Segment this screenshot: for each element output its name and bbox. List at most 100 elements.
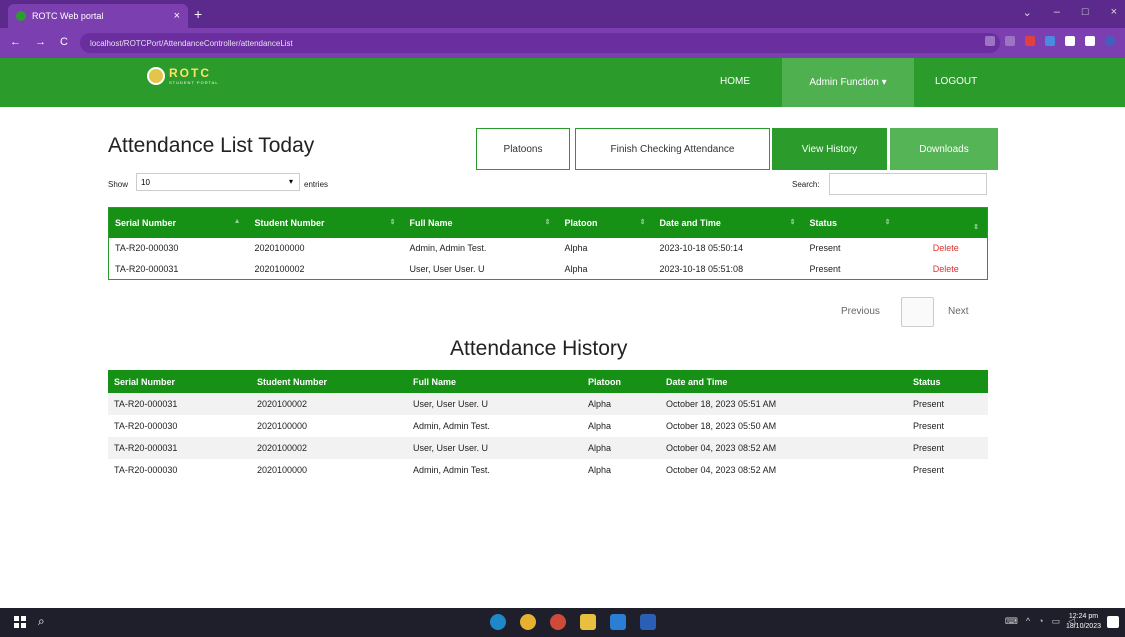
column-header-student-number[interactable]: Student Number ⇕ [248, 207, 404, 238]
column-header-actions[interactable]: ⇕ [898, 207, 988, 238]
browser-tab[interactable]: ROTC Web portal × [8, 4, 188, 28]
search-input[interactable] [829, 173, 987, 195]
attendance-today-title: Attendance List Today [108, 134, 315, 157]
taskbar-clock[interactable]: 12:24 pm 18/10/2023 [1066, 612, 1101, 632]
share-icon[interactable] [985, 36, 995, 46]
column-header-platoon[interactable]: Platoon ⇕ [558, 207, 654, 238]
extensions-icon[interactable] [1065, 36, 1075, 46]
reload-icon[interactable]: C [60, 36, 68, 48]
maximize-icon[interactable]: □ [1082, 6, 1089, 19]
new-tab-button[interactable]: + [194, 6, 202, 22]
cell-full-name: Admin, Admin Test. [409, 243, 487, 253]
vscode-icon[interactable] [610, 614, 626, 630]
app-navbar: ROTC STUDENT PORTAL HOME Admin Function … [0, 58, 1125, 107]
close-tab-icon[interactable]: × [174, 10, 180, 22]
pagination-previous[interactable]: Previous [841, 306, 880, 317]
cell-date-time: October 18, 2023 05:51 AM [660, 393, 907, 415]
delete-link[interactable]: Delete [899, 259, 988, 280]
finish-attendance-button[interactable]: Finish Checking Attendance [575, 128, 770, 170]
cell-platoon: Alpha [582, 459, 660, 481]
cell-status: Present [907, 459, 988, 481]
clock-time: 12:24 pm [1068, 613, 1099, 620]
extension-blue-icon[interactable] [1045, 36, 1055, 46]
tab-search-icon[interactable]: ⌄ [1023, 6, 1032, 19]
cell-status: Present [907, 393, 988, 415]
cell-date-time: 2023-10-18 05:51:08 [659, 263, 744, 274]
cell-full-name: User, User User. U [409, 263, 485, 274]
extension-red-icon[interactable] [1025, 36, 1035, 46]
sort-asc-icon: ▲ [233, 217, 241, 225]
battery-icon[interactable]: ▭ [1052, 616, 1061, 627]
cell-student-number: 2020100000 [251, 459, 407, 481]
browser-toolbar: ← → C localhost/ROTCPort/AttendanceContr… [0, 28, 1125, 58]
cell-date-time: 2023-10-18 05:50:14 [659, 243, 744, 253]
column-header-student-number: Student Number [251, 370, 407, 393]
cell-platoon: Alpha [564, 263, 588, 274]
keyboard-icon[interactable]: ⌨ [1005, 616, 1018, 627]
cell-platoon: Alpha [582, 415, 660, 437]
attendance-today-table: Serial Number ▲ Student Number ⇕ Full Name… [108, 207, 988, 280]
star-icon[interactable] [1005, 36, 1015, 46]
rotc-logo[interactable]: ROTC STUDENT PORTAL [147, 66, 219, 85]
cell-serial: TA-R20-000030 [108, 415, 251, 437]
sort-icon: ⇕ [884, 218, 891, 226]
cell-serial: TA-R20-000030 [108, 459, 251, 481]
cell-platoon: Alpha [582, 393, 660, 415]
word-icon[interactable] [640, 614, 656, 630]
cell-date-time: October 04, 2023 08:52 AM [660, 437, 907, 459]
nav-home-link[interactable]: HOME [720, 76, 750, 87]
admin-function-dropdown[interactable]: Admin Function ▾ [782, 58, 914, 107]
minimize-icon[interactable]: – [1054, 6, 1060, 19]
chrome-profile-icon[interactable] [550, 614, 566, 630]
column-header-date-time: Date and Time [660, 370, 907, 393]
cell-date-time: October 18, 2023 05:50 AM [660, 415, 907, 437]
cell-student-number: 2020100000 [251, 415, 407, 437]
pagination-current-page[interactable] [901, 297, 934, 327]
edge-icon[interactable] [490, 614, 506, 630]
entries-select[interactable]: 10 ▾ [136, 173, 300, 191]
browser-tab-strip: ROTC Web portal × + ⌄ – □ × [0, 0, 1125, 28]
notifications-icon[interactable] [1107, 616, 1119, 628]
chevron-down-icon: ▾ [288, 177, 293, 186]
column-header-full-name[interactable]: Full Name ⇕ [403, 207, 559, 238]
tray-chevron-icon[interactable]: ^ [1026, 616, 1030, 627]
cell-serial: TA-R20-000031 [108, 393, 251, 415]
extension-icons [985, 36, 1115, 46]
file-explorer-icon[interactable] [580, 614, 596, 630]
column-header-serial[interactable]: Serial Number ▲ [108, 207, 249, 238]
cell-full-name: User, User User. U [407, 393, 582, 415]
column-header-platoon: Platoon [582, 370, 660, 393]
os-taskbar: ⌕ ⌨ ^ ◔ ▭ ◁ 12:24 pm 18/10/2023 [0, 608, 1125, 637]
column-header-status[interactable]: Status ⇕ [803, 207, 899, 238]
sort-icon: ⇕ [639, 218, 646, 226]
taskbar-search-icon[interactable]: ⌕ [38, 614, 45, 629]
chrome-icon[interactable] [520, 614, 536, 630]
column-header-full-name: Full Name [407, 370, 582, 393]
close-window-icon[interactable]: × [1111, 6, 1117, 19]
entries-label: entries [304, 180, 329, 189]
wifi-icon[interactable]: ◔ [1038, 616, 1043, 627]
platoons-button[interactable]: Platoons [476, 128, 570, 170]
nav-logout-link[interactable]: LOGOUT [935, 76, 977, 87]
sidepanel-icon[interactable] [1085, 36, 1095, 46]
sort-icon: ⇕ [789, 218, 796, 226]
profile-icon[interactable] [1105, 36, 1115, 46]
view-history-button[interactable]: View History [772, 128, 887, 170]
cell-serial: TA-R20-000030 [115, 243, 179, 253]
attendance-history-table: Serial Number Student Number Full Name P… [108, 370, 988, 481]
cell-student-number: 2020100002 [251, 393, 407, 415]
column-header-date-time[interactable]: Date and Time ⇕ [653, 207, 804, 238]
search-label: Search: [792, 180, 820, 189]
attendance-history-title: Attendance History [450, 337, 628, 360]
table-row: TA-R20-000030 2020100000 Admin, Admin Te… [108, 459, 988, 481]
windows-start-icon[interactable] [14, 616, 26, 628]
pagination-next[interactable]: Next [948, 306, 969, 317]
delete-link[interactable]: Delete [899, 238, 988, 259]
logo-subtext: STUDENT PORTAL [169, 80, 219, 85]
back-icon[interactable]: ← [10, 36, 21, 48]
forward-icon[interactable]: → [35, 36, 46, 48]
entries-select-value: 10 [141, 177, 150, 187]
table-row: TA-R20-000030 2020100000 Admin, Admin Te… [108, 415, 988, 437]
address-bar[interactable]: localhost/ROTCPort/AttendanceController/… [80, 33, 1000, 53]
downloads-button[interactable]: Downloads [890, 128, 998, 170]
